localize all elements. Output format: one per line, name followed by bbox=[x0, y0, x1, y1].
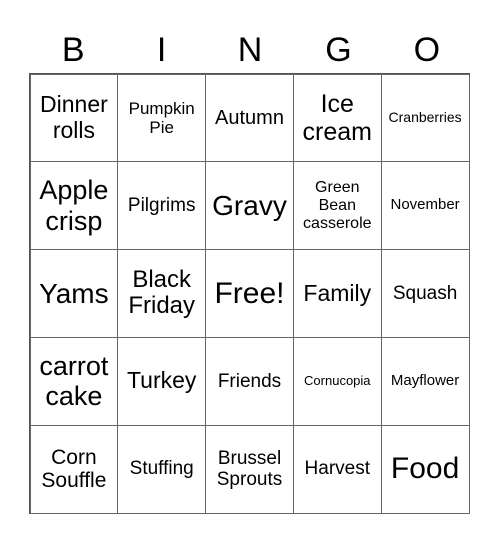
bingo-cell[interactable]: Family bbox=[292, 249, 382, 338]
bingo-cell-label: Squash bbox=[392, 282, 458, 304]
bingo-cell-label: carrot cake bbox=[39, 351, 109, 412]
header-letter-g: G bbox=[325, 31, 352, 69]
bingo-cell-label: Food bbox=[390, 452, 460, 486]
bingo-cell[interactable]: Cranberries bbox=[380, 73, 470, 163]
bingo-cell[interactable]: Ice cream bbox=[292, 73, 382, 163]
bingo-cell-label: Green Bean casserole bbox=[303, 178, 372, 232]
bingo-cell-label: Apple crisp bbox=[39, 175, 109, 236]
bingo-cell[interactable]: Gravy bbox=[205, 161, 294, 251]
bingo-cell-label: Free! bbox=[214, 276, 285, 310]
bingo-cell[interactable]: Turkey bbox=[117, 336, 207, 426]
bingo-header: B I N G O bbox=[29, 28, 471, 72]
bingo-cell[interactable]: Green Bean casserole bbox=[292, 161, 382, 251]
bingo-cell[interactable]: Mayflower bbox=[380, 336, 470, 426]
bingo-cell-label: Friends bbox=[217, 370, 282, 392]
bingo-cell-label: Autumn bbox=[215, 106, 284, 129]
bingo-cell[interactable]: Stuffing bbox=[117, 424, 207, 514]
bingo-cell-label: November bbox=[390, 196, 460, 214]
bingo-cell[interactable]: Pilgrims bbox=[117, 161, 207, 251]
bingo-cell-label: Dinner rolls bbox=[40, 91, 108, 143]
bingo-cell[interactable]: Harvest bbox=[292, 424, 382, 514]
header-letter-n: N bbox=[237, 31, 263, 69]
bingo-cell-label: Pilgrims bbox=[127, 195, 196, 217]
header-letter-i: I bbox=[156, 31, 167, 69]
header-letter-b: B bbox=[61, 31, 85, 69]
bingo-cell[interactable]: Pumpkin Pie bbox=[117, 73, 207, 163]
bingo-cell-label: Family bbox=[303, 279, 372, 306]
bingo-cell[interactable]: Autumn bbox=[205, 73, 294, 163]
bingo-cell-label: Gravy bbox=[212, 190, 287, 222]
bingo-cell[interactable]: carrot cake bbox=[29, 336, 119, 426]
bingo-board: Dinner rolls Pumpkin Pie Autumn Ice cream Cr… bbox=[29, 73, 470, 514]
bingo-cell[interactable]: Brussel Sprouts bbox=[205, 424, 294, 514]
bingo-cell[interactable]: Black Friday bbox=[117, 249, 207, 338]
bingo-cell-label: Cornucopia bbox=[304, 373, 371, 389]
bingo-cell-free[interactable]: Free! bbox=[205, 249, 294, 338]
bingo-cell-label: Ice cream bbox=[302, 89, 373, 146]
bingo-cell-label: Cranberries bbox=[388, 109, 462, 126]
bingo-cell[interactable]: Squash bbox=[380, 249, 470, 338]
header-letter-o: O bbox=[413, 31, 441, 69]
bingo-cell[interactable]: Food bbox=[380, 424, 470, 514]
bingo-cell[interactable]: Dinner rolls bbox=[29, 73, 119, 163]
bingo-cell-label: Yams bbox=[39, 277, 109, 309]
bingo-cell-label: Stuffing bbox=[129, 458, 194, 480]
bingo-cell[interactable]: Corn Souffle bbox=[29, 424, 119, 514]
bingo-cell-label: Black Friday bbox=[128, 265, 196, 320]
bingo-cell-label: Corn Souffle bbox=[41, 445, 107, 493]
bingo-cell-label: Brussel Sprouts bbox=[216, 447, 283, 491]
bingo-cell[interactable]: Yams bbox=[29, 249, 119, 338]
bingo-cell[interactable]: November bbox=[380, 161, 470, 251]
bingo-cell-label: Turkey bbox=[126, 367, 197, 394]
bingo-cell-label: Pumpkin Pie bbox=[128, 98, 195, 137]
bingo-cell[interactable]: Cornucopia bbox=[292, 336, 382, 426]
bingo-cell-label: Mayflower bbox=[390, 371, 460, 389]
bingo-cell[interactable]: Friends bbox=[205, 336, 294, 426]
bingo-cell[interactable]: Apple crisp bbox=[29, 161, 119, 251]
bingo-cell-label: Harvest bbox=[304, 458, 371, 480]
